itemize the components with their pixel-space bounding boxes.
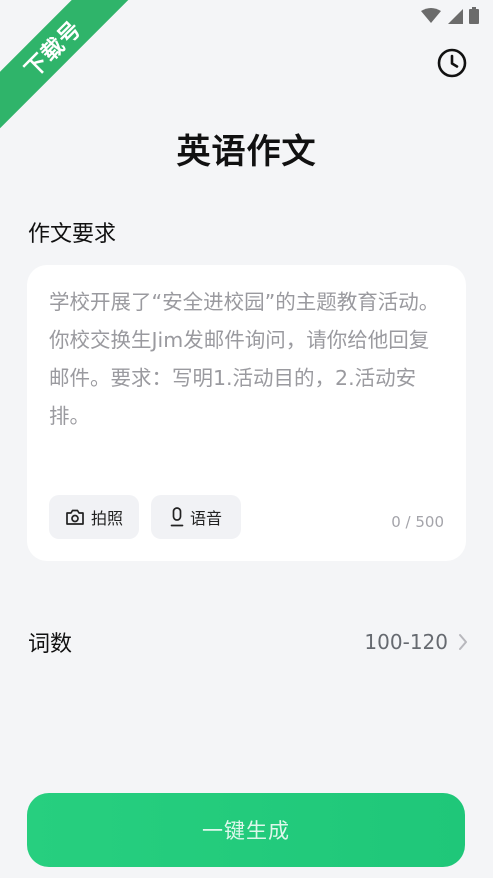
voice-button[interactable]: 语音	[151, 495, 241, 539]
camera-icon	[66, 509, 84, 525]
microphone-icon	[170, 507, 184, 527]
battery-icon	[469, 7, 479, 24]
word-count-selector[interactable]: 100-120	[364, 630, 468, 654]
generate-button[interactable]: 一键生成	[27, 793, 465, 867]
chevron-right-icon	[459, 634, 467, 650]
requirements-input[interactable]: 学校开展了“安全进校园”的主题教育活动。你校交换生Jim发邮件询问，请你给他回复…	[49, 283, 447, 435]
voice-button-label: 语音	[189, 509, 222, 528]
status-icons	[421, 7, 479, 24]
word-count-row[interactable]: 词数 100-120	[28, 622, 468, 662]
signal-icon	[448, 8, 463, 24]
photo-button-label: 拍照	[90, 509, 123, 528]
requirements-card: 学校开展了“安全进校园”的主题教育活动。你校交换生Jim发邮件询问，请你给他回复…	[27, 265, 466, 561]
history-button[interactable]	[435, 46, 469, 80]
page-title: 英语作文	[176, 132, 317, 172]
requirements-label: 作文要求	[28, 222, 117, 247]
clock-icon	[437, 48, 467, 78]
word-count-value: 100-120	[364, 630, 448, 654]
character-count: 0 / 500	[391, 513, 444, 531]
wifi-icon	[421, 7, 441, 23]
word-count-label: 词数	[28, 632, 73, 657]
photo-button[interactable]: 拍照	[49, 495, 139, 539]
